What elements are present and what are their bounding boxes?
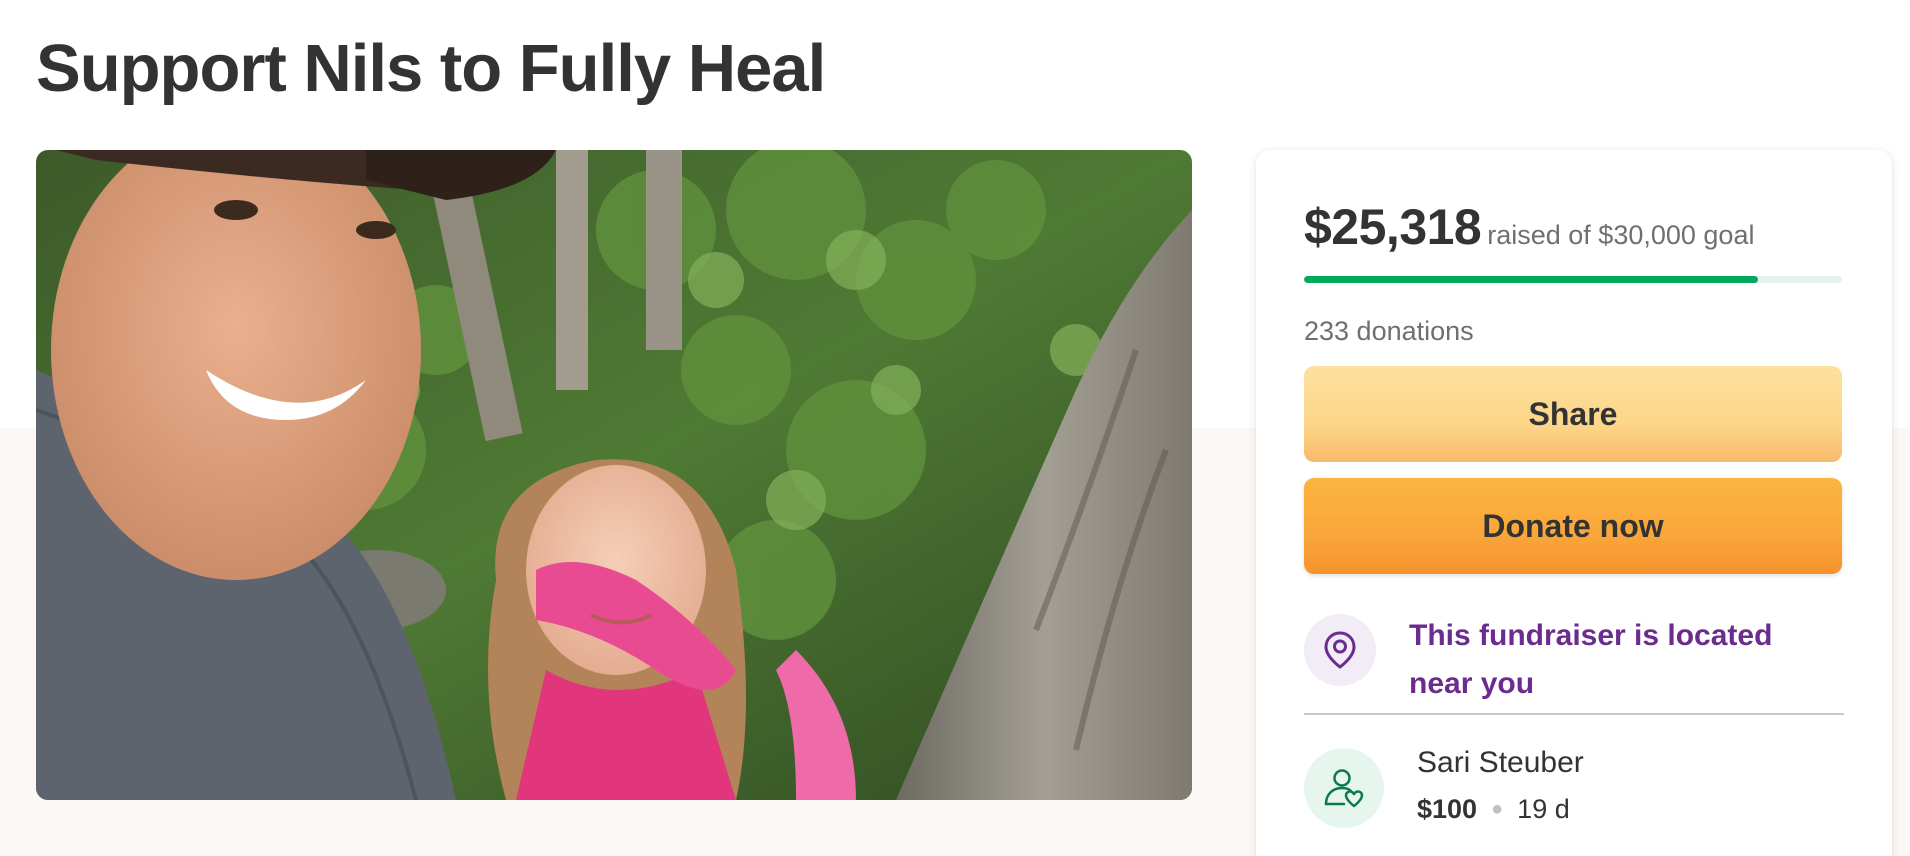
share-button[interactable]: Share: [1304, 366, 1842, 462]
location-text: This fundraiser is located near you: [1409, 619, 1773, 700]
donation-amount: $100: [1417, 794, 1478, 824]
recent-donation: Sari Steuber $100 ● 19 d: [1304, 746, 1844, 836]
page-title: Support Nils to Fully Heal: [36, 31, 826, 106]
person-heart-icon: [1324, 769, 1364, 808]
donation-card: $25,318 raised of $30,000 goal 233 donati…: [1256, 150, 1892, 856]
goal-text: raised of $30,000 goal: [1487, 220, 1755, 250]
progress-bar: [1304, 276, 1842, 283]
fundraiser-hero-image[interactable]: [36, 150, 1192, 800]
separator-dot: ●: [1491, 798, 1504, 820]
divider: [1304, 713, 1844, 715]
donor-meta: $100 ● 19 d: [1417, 794, 1570, 825]
amount-raised-row: $25,318 raised of $30,000 goal: [1304, 198, 1754, 256]
amount-raised: $25,318: [1304, 199, 1482, 255]
donation-time: 19 d: [1517, 794, 1570, 824]
donor-avatar: [1304, 748, 1384, 828]
location-icon-badge: [1304, 614, 1376, 686]
location-notice[interactable]: This fundraiser is located near you: [1304, 612, 1844, 712]
donor-name: Sari Steuber: [1417, 746, 1584, 779]
donate-now-button[interactable]: Donate now: [1304, 478, 1842, 574]
map-pin-icon: [1324, 631, 1356, 669]
hero-photo: [36, 150, 1192, 800]
progress-bar-fill: [1304, 276, 1759, 283]
donations-count: 233 donations: [1304, 316, 1474, 346]
